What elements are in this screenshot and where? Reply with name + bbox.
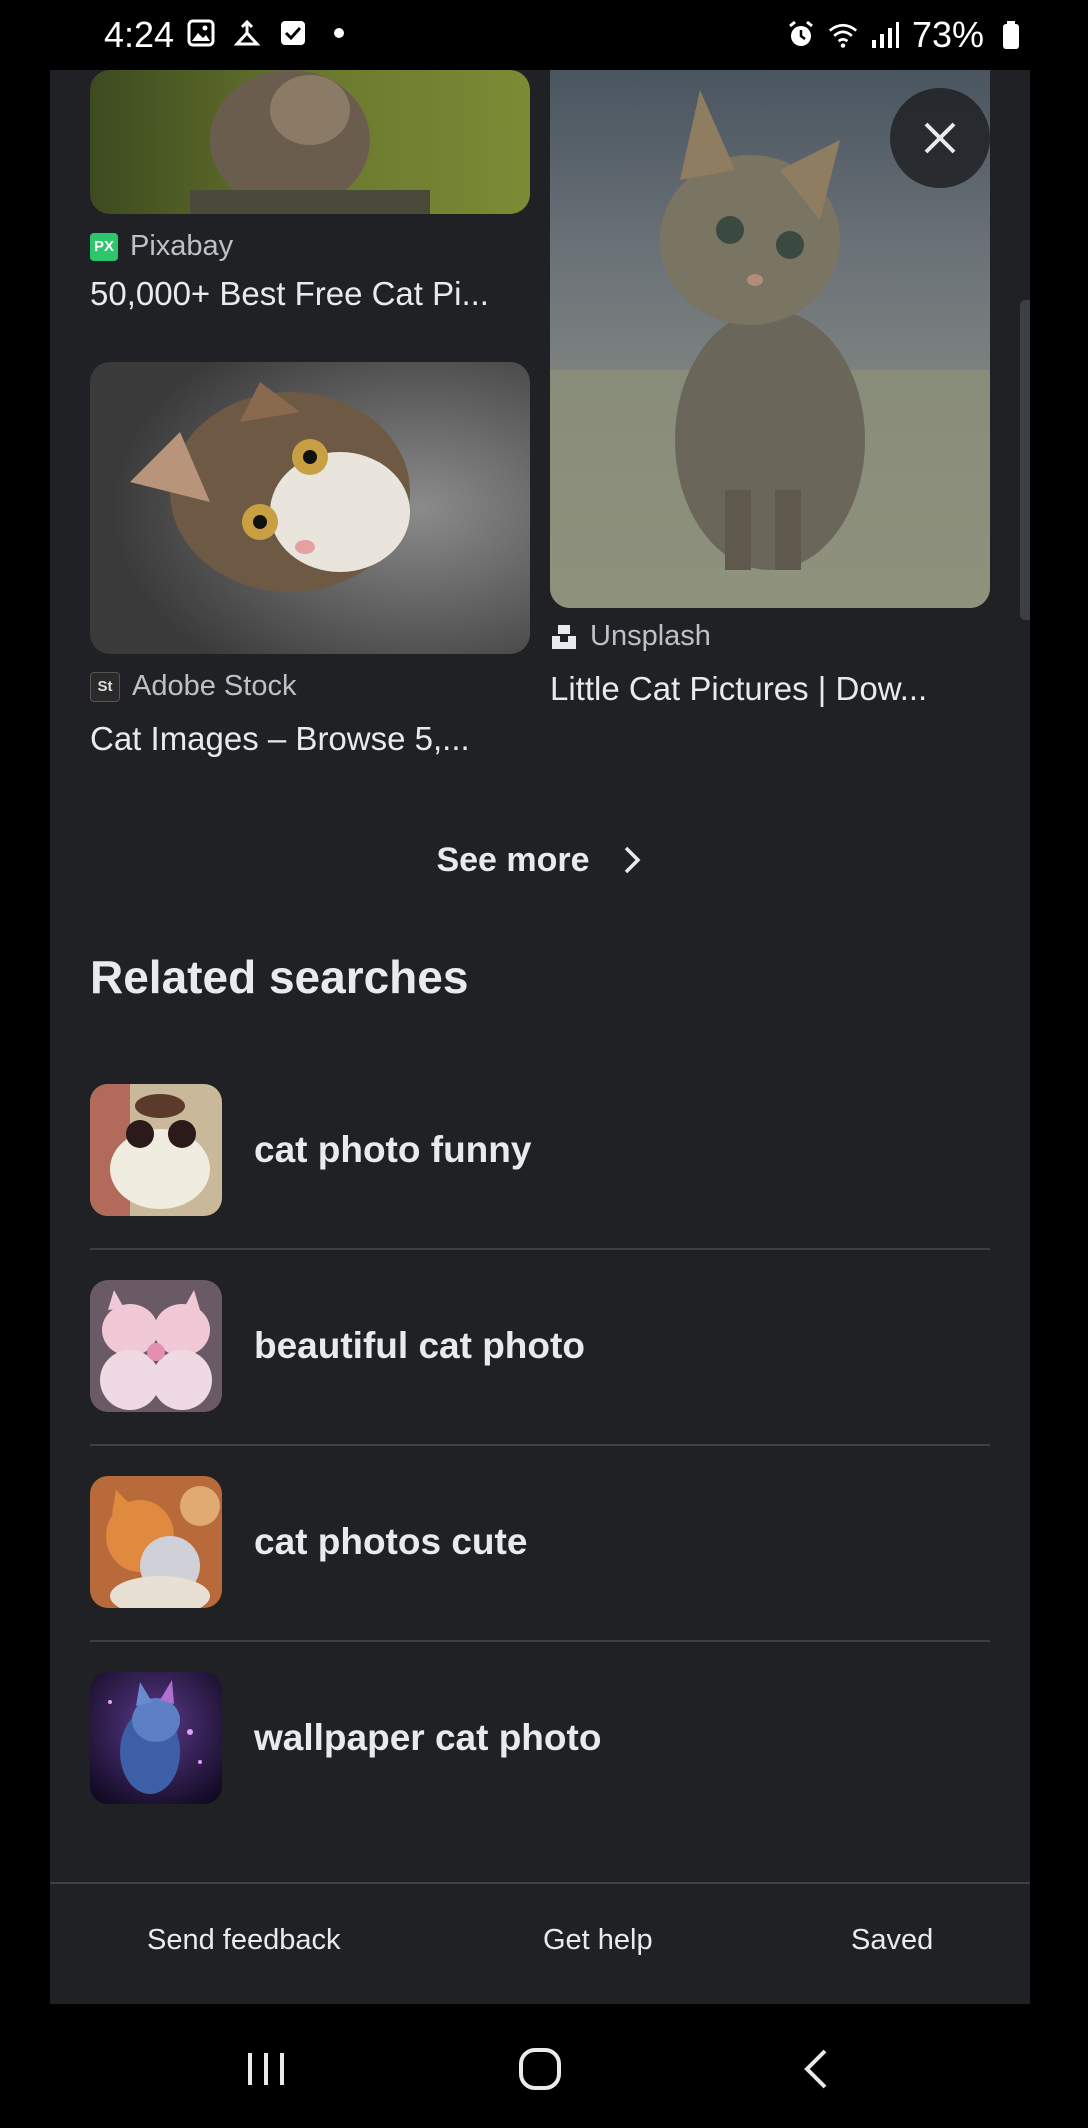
footer: Send feedback Get help Saved: [50, 1882, 1030, 2004]
chevron-right-icon: [624, 846, 641, 874]
search-results-sheet[interactable]: PX Pixabay 50,000+ Best Free Cat Pi... S…: [50, 70, 1030, 2004]
divider: [90, 1444, 990, 1446]
related-thumb-cute: [90, 1476, 222, 1608]
result-source-label: Pixabay: [130, 230, 234, 262]
system-nav-bar: [0, 2004, 1088, 2128]
status-bar: 4:24 73%: [0, 0, 1088, 70]
related-search-label: cat photo funny: [254, 1129, 532, 1170]
result-title-pixabay[interactable]: 50,000+ Best Free Cat Pi...: [90, 275, 489, 313]
gallery-icon: [186, 18, 216, 48]
send-feedback-link[interactable]: Send feedback: [147, 1924, 340, 1957]
result-title-unsplash[interactable]: Little Cat Pictures | Dow...: [550, 670, 927, 708]
scrollbar[interactable]: [1020, 300, 1030, 620]
alarm-icon: [786, 20, 816, 50]
see-more-button[interactable]: See more: [50, 820, 1030, 900]
saved-link[interactable]: Saved: [851, 1924, 933, 1957]
related-thumb-funny: [90, 1084, 222, 1216]
upload-icon: [232, 18, 262, 48]
result-source-unsplash: Unsplash: [550, 620, 711, 653]
related-search-item[interactable]: beautiful cat photo: [90, 1280, 990, 1412]
related-searches-heading: Related searches: [90, 951, 469, 1003]
recents-icon: [248, 2053, 284, 2085]
result-source-adobe-stock: St Adobe Stock: [90, 670, 296, 703]
related-search-item[interactable]: cat photos cute: [90, 1476, 990, 1608]
home-icon: [519, 2048, 561, 2090]
wifi-icon: [828, 20, 858, 50]
battery-icon: [996, 20, 1026, 50]
dot-icon: [324, 18, 354, 48]
get-help-link[interactable]: Get help: [543, 1924, 653, 1957]
result-source-pixabay: PX Pixabay: [90, 230, 233, 263]
result-image-adobe-stock[interactable]: [90, 362, 530, 654]
divider: [90, 1640, 990, 1642]
back-button[interactable]: [776, 2034, 856, 2104]
recents-button[interactable]: [226, 2034, 306, 2104]
back-icon: [804, 2049, 827, 2089]
pixabay-logo-icon: PX: [90, 232, 118, 261]
related-search-label: beautiful cat photo: [254, 1325, 585, 1366]
battery-percent: 73%: [911, 14, 984, 55]
close-preview-button[interactable]: [890, 88, 990, 188]
result-source-label: Adobe Stock: [132, 670, 297, 702]
signal-icon: [870, 20, 900, 50]
related-search-label: wallpaper cat photo: [254, 1717, 602, 1758]
adobe-stock-logo-icon: St: [90, 671, 120, 702]
status-time: 4:24: [104, 14, 175, 55]
related-search-item[interactable]: cat photo funny: [90, 1084, 990, 1216]
divider: [90, 1248, 990, 1250]
home-button[interactable]: [500, 2034, 580, 2104]
related-search-label: cat photos cute: [254, 1521, 528, 1562]
related-thumb-beautiful: [90, 1280, 222, 1412]
result-source-label: Unsplash: [590, 620, 711, 652]
result-title-adobe-stock[interactable]: Cat Images – Browse 5,...: [90, 720, 470, 758]
close-icon: [924, 122, 956, 154]
see-more-label: See more: [436, 840, 590, 879]
checkbox-icon: [278, 18, 308, 48]
related-thumb-wallpaper: [90, 1672, 222, 1804]
related-search-item[interactable]: wallpaper cat photo: [90, 1672, 990, 1804]
unsplash-logo-icon: [550, 623, 578, 651]
result-image-pixabay[interactable]: [90, 70, 530, 214]
